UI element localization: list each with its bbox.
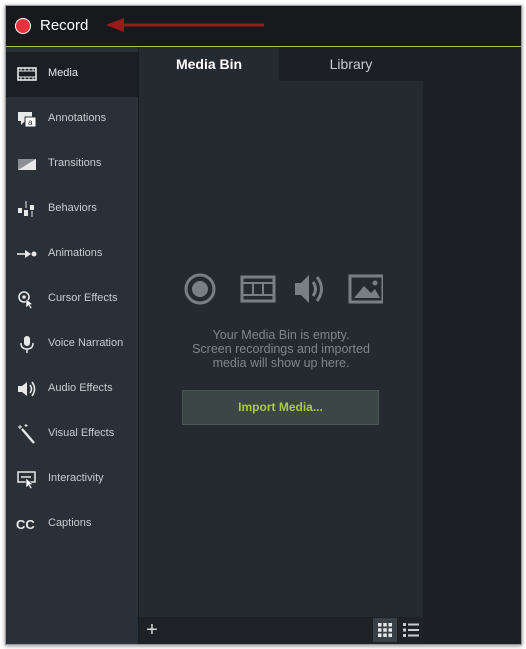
sidebar-item-captions[interactable]: CC Captions	[6, 502, 138, 547]
captions-icon: CC	[16, 517, 35, 532]
transition-icon	[18, 159, 36, 170]
sidebar-item-cursor-effects[interactable]: Cursor Effects	[6, 277, 138, 322]
tab-media-bin[interactable]: Media Bin	[139, 47, 279, 81]
sidebar-item-label: Annotations	[48, 112, 107, 124]
app-window: Record Media a Annotations Transitions B…	[5, 5, 522, 645]
empty-message-line: Your Media Bin is empty.	[212, 328, 350, 342]
sidebar-item-annotations[interactable]: a Annotations	[6, 97, 138, 142]
list-view-icon[interactable]	[399, 618, 423, 642]
top-toolbar: Record	[6, 6, 521, 47]
interactivity-icon	[17, 471, 36, 489]
record-icon	[184, 273, 216, 305]
sidebar-item-behaviors[interactable]: Behaviors	[6, 187, 138, 232]
tab-library[interactable]: Library	[279, 47, 423, 81]
record-button-label[interactable]: Record	[40, 17, 88, 34]
import-media-button[interactable]: Import Media...	[182, 390, 379, 425]
media-panel: Media Bin Library Your Media Bin is empt…	[139, 47, 423, 644]
sidebar-item-label: Visual Effects	[48, 427, 115, 439]
empty-media-icons	[184, 273, 383, 305]
microphone-icon	[20, 336, 34, 353]
add-icon[interactable]: +	[141, 619, 163, 641]
empty-message-line: media will show up here.	[212, 356, 350, 370]
sidebar-item-label: Interactivity	[48, 472, 104, 484]
image-icon	[348, 274, 383, 304]
sidebar-item-label: Voice Narration	[48, 337, 124, 349]
sidebar: Media a Annotations Transitions Behavior…	[6, 47, 139, 644]
sidebar-item-media[interactable]: Media	[6, 52, 138, 97]
sidebar-item-voice-narration[interactable]: Voice Narration	[6, 322, 138, 367]
sidebar-item-label: Animations	[48, 247, 103, 259]
speaker-icon	[18, 381, 36, 397]
film-icon	[240, 275, 276, 303]
animation-icon	[17, 250, 37, 258]
cursor-effects-icon	[18, 291, 34, 309]
sidebar-item-audio-effects[interactable]: Audio Effects	[6, 367, 138, 412]
sidebar-item-animations[interactable]: Animations	[6, 232, 138, 277]
record-dot-icon[interactable]	[15, 18, 31, 34]
sidebar-item-label: Cursor Effects	[48, 292, 118, 304]
sidebar-item-visual-effects[interactable]: Visual Effects	[6, 412, 138, 457]
magic-wand-icon	[18, 424, 35, 444]
sidebar-item-label: Audio Effects	[48, 382, 113, 394]
sidebar-item-interactivity[interactable]: Interactivity	[6, 457, 138, 502]
sidebar-item-transitions[interactable]: Transitions	[6, 142, 138, 187]
audio-icon	[295, 275, 323, 303]
svg-text:CC: CC	[16, 517, 35, 532]
film-strip-icon	[17, 67, 37, 81]
sidebar-item-label: Transitions	[48, 157, 102, 169]
behaviors-icon	[18, 201, 34, 217]
sidebar-item-label: Behaviors	[48, 202, 97, 214]
grid-view-icon[interactable]	[373, 618, 397, 642]
sidebar-item-label: Captions	[48, 517, 92, 529]
sidebar-item-label: Media	[48, 67, 78, 79]
annotation-icon: a	[18, 112, 37, 128]
annotation-arrow-icon	[106, 18, 264, 32]
panel-bottom-bar: +	[139, 617, 423, 644]
canvas-area	[423, 47, 521, 644]
svg-text:a: a	[28, 118, 33, 127]
empty-message: Your Media Bin is empty. Screen recordin…	[139, 328, 423, 370]
empty-message-line: Screen recordings and imported	[192, 342, 370, 356]
